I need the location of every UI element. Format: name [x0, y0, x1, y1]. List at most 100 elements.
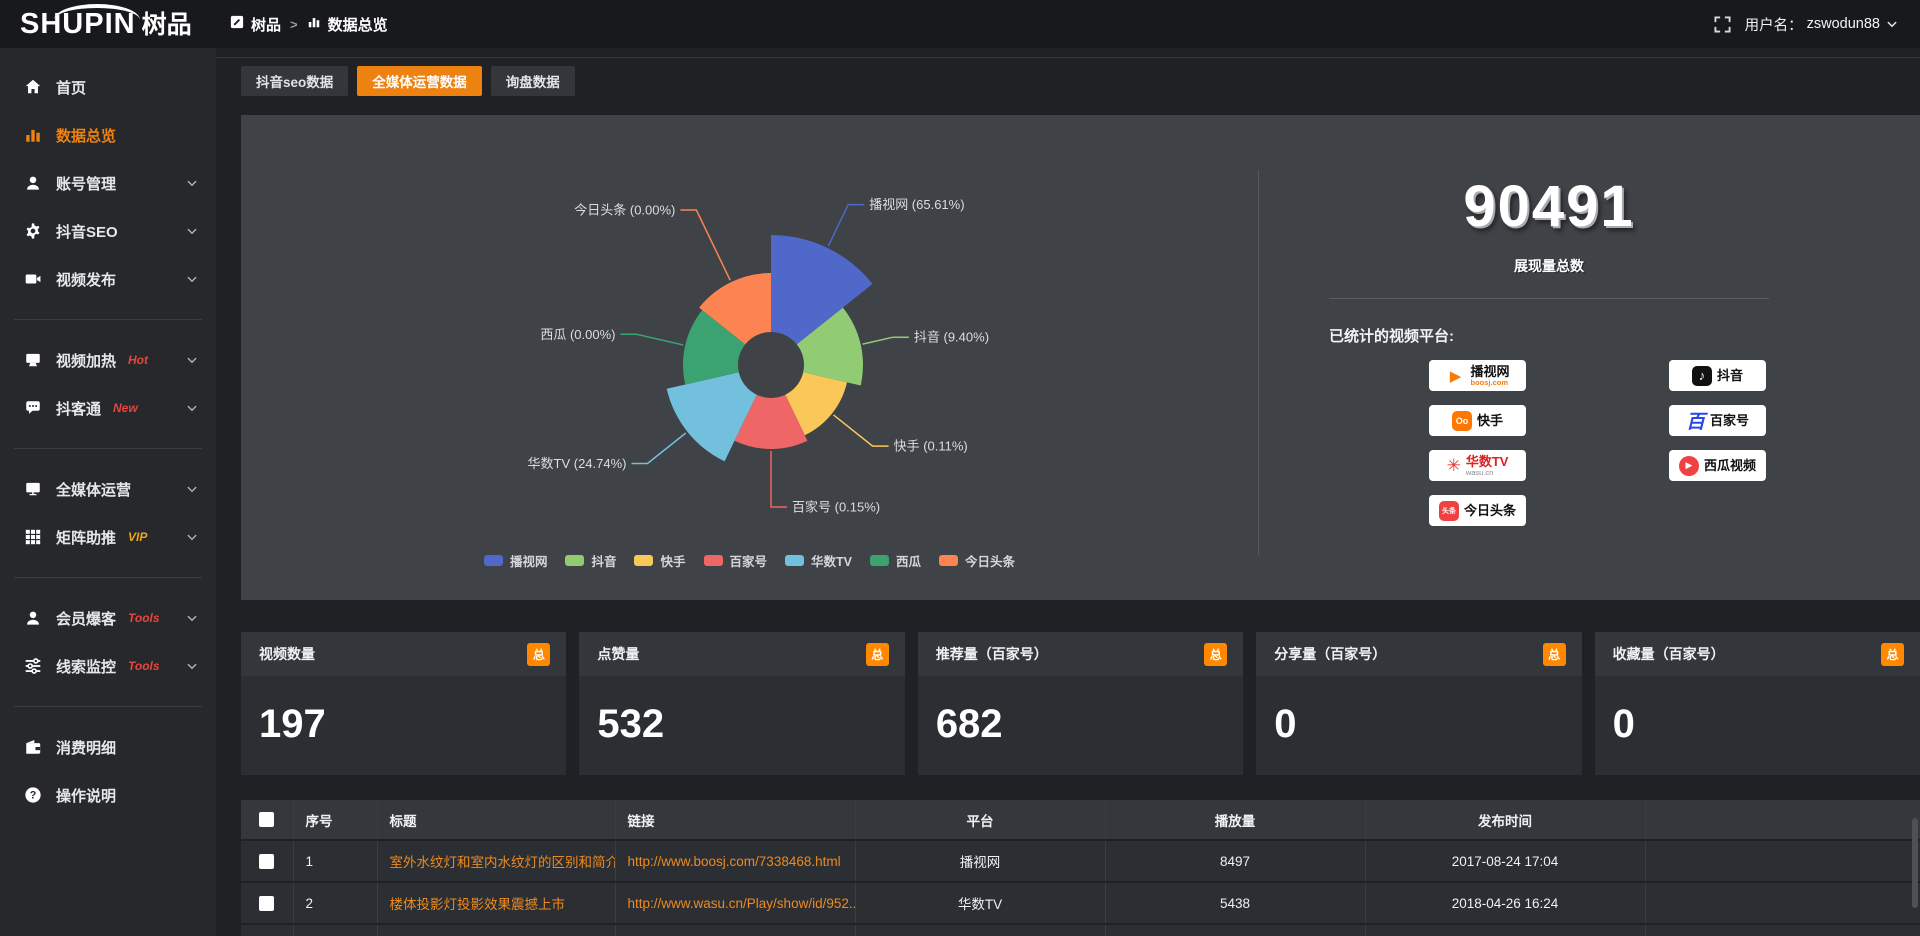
platform-badge-百家号: 百百家号 [1669, 405, 1766, 436]
legend-chip [870, 555, 889, 566]
legend-item-华数TV[interactable]: 华数TV [785, 551, 852, 570]
platform-badge-播视网: ▶播视网boosj.com [1429, 360, 1526, 391]
username-label: 用户名： [1745, 14, 1803, 35]
pie-chart: 播视网 (65.61%)抖音 (9.40%)快手 (0.11%)百家号 (0.1… [241, 115, 1258, 600]
chevron-down-icon[interactable] [186, 225, 198, 237]
stat-card-body: 682 [918, 676, 1243, 775]
tab-全媒体运营数据[interactable]: 全媒体运营数据 [357, 66, 482, 96]
pie-label-leader [632, 433, 686, 464]
table-row[interactable] [241, 924, 1920, 936]
chevron-down-icon[interactable] [186, 177, 198, 189]
stat-card-title: 视频数量 [259, 644, 315, 664]
chevron-down-icon[interactable] [186, 354, 198, 366]
select-all-checkbox[interactable] [259, 812, 274, 827]
cell-title[interactable] [377, 924, 615, 936]
sidebar-item-视频加热[interactable]: 视频加热Hot [0, 336, 216, 384]
stat-card-title: 收藏量（百家号） [1613, 644, 1725, 664]
sidebar-item-抖音SEO[interactable]: 抖音SEO [0, 207, 216, 255]
table-row[interactable]: 1室外水纹灯和室内水纹灯的区别和简介http://www.boosj.com/7… [241, 840, 1920, 882]
table-row[interactable]: 2楼体投影灯投影效果震撼上市http://www.wasu.cn/Play/sh… [241, 882, 1920, 924]
legend-item-抖音[interactable]: 抖音 [565, 551, 616, 570]
legend-label: 今日头条 [965, 551, 1015, 570]
cell-plays: 8497 [1105, 840, 1365, 882]
sidebar-item-操作说明[interactable]: ?操作说明 [0, 771, 216, 819]
tab-抖音seo数据[interactable]: 抖音seo数据 [241, 66, 348, 96]
legend-item-百家号[interactable]: 百家号 [704, 551, 768, 570]
scrollbar [1912, 48, 1918, 936]
sidebar-item-badge: Hot [128, 353, 148, 367]
xigua-icon: ▶ [1679, 456, 1699, 476]
row-select-cell [241, 840, 293, 882]
boosj-icon: ▶ [1445, 366, 1465, 386]
cell-link[interactable]: http://www.boosj.com/7338468.html [615, 840, 855, 882]
sidebar-item-数据总览[interactable]: 数据总览 [0, 111, 216, 159]
cell-num [293, 924, 377, 936]
cell-link[interactable]: http://www.wasu.cn/Play/show/id/952... [615, 882, 855, 924]
column-header-empty [1645, 800, 1920, 840]
fullscreen-icon[interactable] [1714, 16, 1731, 33]
stat-card-视频数量: 视频数量总197 [241, 632, 566, 775]
total-impressions-label: 展现量总数 [1329, 256, 1769, 276]
grid-icon [24, 528, 42, 546]
sidebar-item-首页[interactable]: 首页 [0, 63, 216, 111]
chevron-down-icon[interactable] [186, 483, 198, 495]
cell-platform: 华数TV [855, 882, 1105, 924]
sidebar-item-全媒体运营[interactable]: 全媒体运营 [0, 465, 216, 513]
chevron-down-icon[interactable] [186, 402, 198, 414]
tab-询盘数据[interactable]: 询盘数据 [491, 66, 575, 96]
topbar-right: 用户名： zswodun88 [1714, 0, 1898, 48]
sidebar-item-抖客通[interactable]: 抖客通New [0, 384, 216, 432]
total-impressions-value: 90491 [1329, 173, 1769, 240]
stat-card-value: 682 [936, 702, 1225, 747]
sidebar-item-label: 视频发布 [56, 269, 116, 290]
pie-label-leader [834, 415, 889, 446]
sidebar-divider [14, 706, 202, 707]
cell-title[interactable]: 室外水纹灯和室内水纹灯的区别和简介 [377, 840, 615, 882]
legend-item-今日头条[interactable]: 今日头条 [939, 551, 1015, 570]
sidebar-item-badge: VIP [128, 530, 147, 544]
cell-link[interactable] [615, 924, 855, 936]
pie-label-leader [863, 337, 909, 344]
chevron-down-icon[interactable] [186, 273, 198, 285]
legend-item-快手[interactable]: 快手 [634, 551, 685, 570]
sidebar-item-视频发布[interactable]: 视频发布 [0, 255, 216, 303]
user-menu[interactable]: 用户名： zswodun88 [1745, 14, 1898, 35]
sidebar-item-账号管理[interactable]: 账号管理 [0, 159, 216, 207]
legend-label: 抖音 [591, 551, 616, 570]
scrollbar-thumb[interactable] [1912, 818, 1918, 908]
stat-card-value: 0 [1613, 702, 1902, 747]
user-icon [24, 174, 42, 192]
stat-card-title: 推荐量（百家号） [936, 644, 1048, 664]
platforms-label: 已统计的视频平台: [1329, 325, 1769, 346]
stat-card-header: 推荐量（百家号）总 [918, 632, 1243, 676]
topbar-divider [216, 57, 1920, 58]
legend-chip [484, 555, 503, 566]
legend-label: 播视网 [510, 551, 548, 570]
pie-label: 华数TV (24.74%) [528, 456, 627, 471]
column-header-标题: 标题 [377, 800, 615, 840]
sidebar-item-线索监控[interactable]: 线索监控Tools [0, 642, 216, 690]
home-icon [24, 78, 42, 96]
pie-label-leader [621, 334, 684, 345]
legend-label: 西瓜 [896, 551, 921, 570]
row-checkbox[interactable] [259, 854, 274, 869]
column-header-序号: 序号 [293, 800, 377, 840]
chevron-down-icon[interactable] [186, 612, 198, 624]
legend-item-播视网[interactable]: 播视网 [484, 551, 548, 570]
row-checkbox[interactable] [259, 896, 274, 911]
breadcrumb-page[interactable]: 数据总览 [328, 14, 388, 35]
chevron-down-icon[interactable] [186, 531, 198, 543]
breadcrumb-app[interactable]: 树品 [251, 14, 281, 35]
sidebar-item-矩阵助推[interactable]: 矩阵助推VIP [0, 513, 216, 561]
wallet-icon [24, 738, 42, 756]
cell-title[interactable]: 楼体投影灯投影效果震撼上市 [377, 882, 615, 924]
pie-slice-华数TV[interactable] [667, 372, 757, 461]
chart-panel: 播视网 (65.61%)抖音 (9.40%)快手 (0.11%)百家号 (0.1… [241, 115, 1920, 600]
legend-item-西瓜[interactable]: 西瓜 [870, 551, 921, 570]
platform-badges: ▶播视网boosj.com♪抖音Oo快手百百家号✳华数TVwasu.cn▶西瓜视… [1429, 360, 1769, 526]
sidebar-item-label: 数据总览 [56, 125, 116, 146]
chevron-down-icon[interactable] [186, 660, 198, 672]
platform-badge-华数TV: ✳华数TVwasu.cn [1429, 450, 1526, 481]
sidebar-item-消费明细[interactable]: 消费明细 [0, 723, 216, 771]
sidebar-item-会员爆客[interactable]: 会员爆客Tools [0, 594, 216, 642]
